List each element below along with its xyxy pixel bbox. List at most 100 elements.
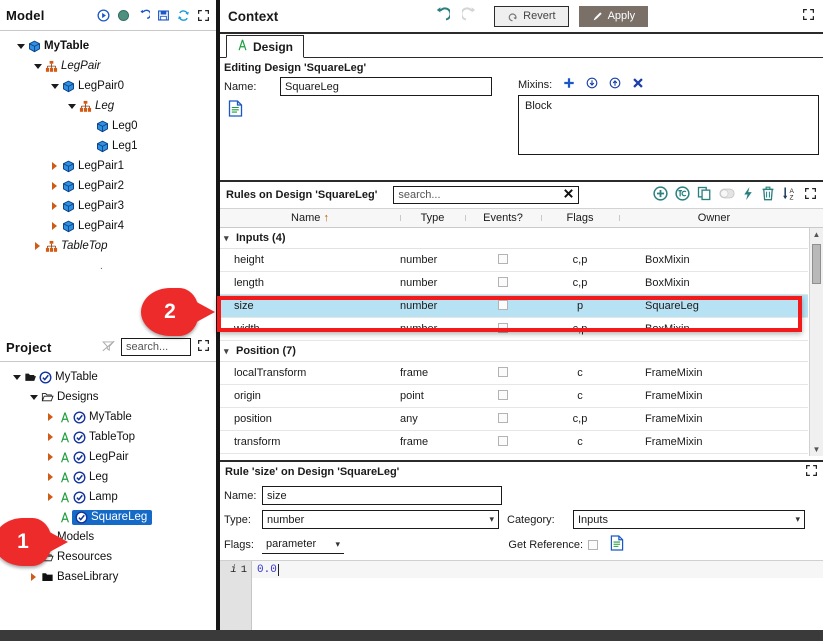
tab-design[interactable]: Design (226, 35, 305, 58)
expander[interactable] (48, 162, 61, 170)
rule-category-select[interactable]: Inputs ▾ (573, 510, 805, 529)
model-tree-item-leg0[interactable]: Leg0 (0, 116, 216, 136)
revert-button[interactable]: Revert (494, 5, 569, 27)
column-header-events[interactable]: Events? (465, 212, 541, 224)
model-tree-item-leg1[interactable]: Leg1 (0, 136, 216, 156)
project-item-legpair[interactable]: LegPair (0, 447, 216, 467)
rules-group-header[interactable]: ▾ Position (7) (220, 341, 808, 362)
cell-events-checkbox[interactable] (498, 412, 508, 423)
rule-detail-expand-icon[interactable] (805, 464, 818, 480)
expander[interactable] (44, 433, 57, 441)
toggle-icon[interactable] (719, 188, 735, 202)
model-tree-item-legpair3[interactable]: LegPair3 (0, 196, 216, 216)
model-tree-item-leg[interactable]: Leg (0, 96, 216, 116)
cell-events-checkbox[interactable] (498, 389, 508, 400)
table-row[interactable]: height number c,p BoxMixin (220, 249, 808, 272)
mixins-list[interactable]: Block (518, 95, 819, 155)
scroll-thumb[interactable] (812, 244, 821, 284)
expander[interactable] (10, 374, 23, 380)
expander[interactable] (44, 473, 57, 481)
remove-x-icon[interactable] (632, 77, 644, 92)
record-icon[interactable] (117, 9, 130, 22)
table-row[interactable]: length number c,p BoxMixin (220, 272, 808, 295)
design-name-input[interactable]: SquareLeg (280, 77, 492, 96)
apply-button[interactable]: Apply (578, 5, 649, 27)
refresh-icon[interactable] (177, 9, 190, 22)
model-tree-item-tabletop[interactable]: TableTop (0, 236, 216, 256)
add-computed-rule-icon[interactable] (675, 186, 690, 204)
column-header-type[interactable]: Type (400, 212, 465, 224)
cell-events-checkbox[interactable] (498, 435, 508, 446)
rule-flags-select[interactable]: parameter ▾ (262, 535, 344, 554)
get-reference-checkbox[interactable] (588, 539, 598, 550)
expander[interactable] (44, 413, 57, 421)
project-item-mytable[interactable]: MyTable (0, 367, 216, 387)
project-item-baselibrary[interactable]: BaseLibrary (0, 567, 216, 587)
undo-icon[interactable] (137, 9, 150, 22)
rules-vertical-scrollbar[interactable]: ▲ ▼ (809, 228, 823, 456)
document-icon[interactable] (610, 535, 624, 554)
project-expand-icon[interactable] (197, 339, 210, 355)
model-tree[interactable]: MyTable LegPair LegPair0 Leg Leg0 Leg1 LegPair… (0, 31, 216, 276)
redo-icon[interactable] (460, 6, 480, 27)
project-search-input[interactable]: search... (121, 338, 191, 356)
undo-icon[interactable] (432, 6, 452, 27)
plus-icon[interactable] (563, 77, 575, 92)
rule-code-editor[interactable]: i 1 0.0 (220, 560, 823, 632)
expander[interactable] (14, 43, 27, 49)
filter-off-icon[interactable] (102, 340, 115, 355)
rules-group-header[interactable]: ▾ Inputs (4) (220, 228, 808, 249)
column-header-name[interactable]: Name ↑ (220, 212, 400, 224)
rules-table-body[interactable]: ▾ Inputs (4) height number c,p BoxMixin length… (220, 228, 823, 456)
expander[interactable] (31, 63, 44, 69)
project-item-lamp[interactable]: Lamp (0, 487, 216, 507)
project-item-designs[interactable]: Designs (0, 387, 216, 407)
model-tree-item-legpair1[interactable]: LegPair1 (0, 156, 216, 176)
expand-icon[interactable] (197, 9, 210, 22)
project-item-selected[interactable]: SquareLeg (72, 509, 153, 525)
rules-expand-icon[interactable] (804, 187, 817, 203)
project-item-leg[interactable]: Leg (0, 467, 216, 487)
expander[interactable] (27, 394, 40, 400)
play-icon[interactable] (97, 8, 110, 22)
up-circle-icon[interactable] (609, 77, 621, 92)
clear-x-icon[interactable] (563, 188, 574, 202)
rules-search-input[interactable]: search... (393, 186, 580, 204)
rule-type-select[interactable]: number ▾ (262, 510, 499, 529)
document-icon[interactable] (228, 100, 243, 120)
expander[interactable] (44, 493, 57, 501)
rule-name-input[interactable]: size (262, 486, 502, 505)
model-tree-item-legpair2[interactable]: LegPair2 (0, 176, 216, 196)
sort-az-icon[interactable]: AZ (782, 186, 797, 204)
table-row[interactable]: transform frame c FrameMixin (220, 431, 808, 454)
cell-events-checkbox[interactable] (498, 253, 508, 264)
expander[interactable] (44, 453, 57, 461)
table-row[interactable]: position any c,p FrameMixin (220, 408, 808, 431)
add-rule-icon[interactable] (653, 186, 668, 204)
delete-icon[interactable] (761, 186, 775, 204)
context-expand-icon[interactable] (802, 8, 815, 24)
cell-events-checkbox[interactable] (498, 276, 508, 287)
project-item-tabletop[interactable]: TableTop (0, 427, 216, 447)
model-tree-item-legpair[interactable]: LegPair (0, 56, 216, 76)
model-tree-item-legpair4[interactable]: LegPair4 (0, 216, 216, 236)
scroll-down-arrow[interactable]: ▼ (810, 443, 823, 456)
expander[interactable] (48, 83, 61, 89)
expander[interactable] (48, 202, 61, 210)
model-tree-item-mytable[interactable]: MyTable (0, 36, 216, 56)
cell-events-checkbox[interactable] (498, 366, 508, 377)
column-header-flags[interactable]: Flags (541, 212, 619, 224)
expander[interactable] (48, 182, 61, 190)
expander[interactable] (27, 573, 40, 581)
column-header-owner[interactable]: Owner (619, 212, 809, 224)
table-row[interactable]: origin point c FrameMixin (220, 385, 808, 408)
bolt-icon[interactable] (742, 186, 754, 204)
scroll-up-arrow[interactable]: ▲ (810, 228, 823, 241)
down-circle-icon[interactable] (586, 77, 598, 92)
mixin-item[interactable]: Block (525, 100, 812, 112)
table-row[interactable]: localTransform frame c FrameMixin (220, 362, 808, 385)
save-icon[interactable] (157, 9, 170, 22)
project-item-mytable[interactable]: MyTable (0, 407, 216, 427)
expander[interactable] (65, 103, 78, 109)
code-area[interactable]: 0.0 (252, 561, 823, 632)
